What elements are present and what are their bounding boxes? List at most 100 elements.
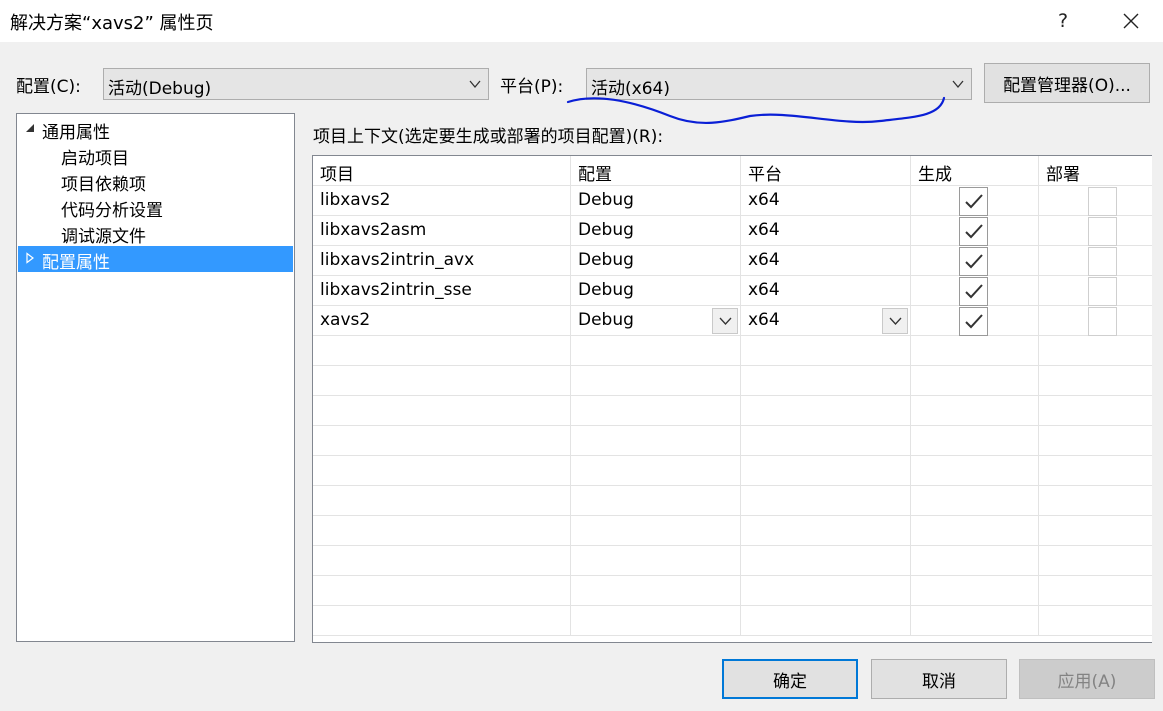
cell-platform[interactable]: x64 [741, 246, 911, 276]
project-context-label: 项目上下文(选定要生成或部署的项目配置)(R): [313, 127, 664, 147]
config-value: Debug [578, 190, 634, 210]
tree-item-configuration-properties[interactable]: 配置属性 [18, 246, 293, 273]
tree-item-debug-source-files[interactable]: 调试源文件 [18, 220, 293, 247]
config-value: Debug [578, 220, 634, 240]
column-header-build[interactable]: 生成 [911, 156, 1039, 186]
deploy-checkbox[interactable] [1088, 247, 1117, 276]
table-row[interactable]: libxavs2asm Debug x64 [313, 216, 1152, 246]
cell-config[interactable]: Debug [571, 276, 741, 306]
config-manager-button[interactable]: 配置管理器(O)... [984, 63, 1150, 103]
platform-cell-dropdown-button[interactable] [882, 308, 908, 334]
tree-item-project-dependencies[interactable]: 项目依赖项 [18, 168, 293, 195]
tree-item-label: 项目依赖项 [61, 175, 146, 195]
cancel-button-label: 取消 [922, 671, 956, 692]
cell-build [911, 186, 1039, 216]
tree-item-startup-project[interactable]: 启动项目 [18, 142, 293, 169]
config-cell-dropdown-button[interactable] [712, 308, 738, 334]
build-checkbox[interactable] [959, 217, 988, 246]
ok-button-label: 确定 [773, 671, 807, 692]
checkmark-icon [965, 224, 983, 239]
cell-config[interactable]: Debug [571, 306, 741, 336]
empty-row [313, 336, 1152, 366]
platform-value: x64 [748, 190, 780, 210]
config-manager-label: 配置管理器(O)... [1003, 75, 1131, 96]
project-name: libxavs2intrin_avx [320, 250, 475, 270]
chevron-down-icon [719, 317, 732, 325]
config-dropdown[interactable]: 活动(Debug) [103, 68, 489, 100]
cell-deploy [1039, 276, 1152, 306]
cell-config[interactable]: Debug [571, 246, 741, 276]
table-row[interactable]: libxavs2intrin_avx Debug x64 [313, 246, 1152, 276]
empty-row [313, 576, 1152, 606]
tree-item-label: 配置属性 [42, 253, 110, 273]
tree-item-label: 调试源文件 [61, 227, 146, 247]
cell-config[interactable]: Debug [571, 186, 741, 216]
chevron-down-icon [469, 80, 481, 89]
config-value: Debug [578, 280, 634, 300]
column-header-deploy[interactable]: 部署 [1039, 156, 1152, 186]
close-button[interactable] [1108, 0, 1154, 42]
cell-project: libxavs2intrin_avx [313, 246, 571, 276]
platform-value: x64 [748, 220, 780, 240]
collapsed-triangle-icon[interactable] [24, 252, 36, 264]
cell-platform[interactable]: x64 [741, 186, 911, 216]
config-value: Debug [578, 250, 634, 270]
cell-platform[interactable]: x64 [741, 216, 911, 246]
empty-row [313, 606, 1152, 636]
platform-value: x64 [748, 280, 780, 300]
ok-button[interactable]: 确定 [722, 659, 858, 699]
empty-row [313, 546, 1152, 576]
tree-item-label: 代码分析设置 [61, 201, 163, 221]
platform-dropdown[interactable]: 活动(x64) [586, 68, 972, 100]
cell-platform[interactable]: x64 [741, 306, 911, 336]
close-icon [1123, 13, 1139, 29]
empty-row [313, 516, 1152, 546]
empty-row [313, 396, 1152, 426]
config-label: 配置(C): [16, 77, 81, 97]
expanded-triangle-icon[interactable] [24, 122, 36, 134]
checkmark-icon [965, 314, 983, 329]
deploy-checkbox[interactable] [1088, 217, 1117, 246]
help-button[interactable]: ? [1040, 0, 1086, 42]
platform-label: 平台(P): [500, 77, 564, 97]
column-header-label: 平台 [748, 165, 782, 185]
tree-item-common-properties[interactable]: 通用属性 [18, 116, 293, 143]
empty-row [313, 456, 1152, 486]
cell-build [911, 246, 1039, 276]
cell-deploy [1039, 216, 1152, 246]
apply-button-label: 应用(A) [1057, 671, 1117, 692]
table-row[interactable]: libxavs2 Debug x64 [313, 186, 1152, 216]
cell-project: libxavs2intrin_sse [313, 276, 571, 306]
apply-button[interactable]: 应用(A) [1019, 659, 1155, 699]
column-header-platform[interactable]: 平台 [741, 156, 911, 186]
cell-platform[interactable]: x64 [741, 276, 911, 306]
build-checkbox[interactable] [959, 277, 988, 306]
cell-config[interactable]: Debug [571, 216, 741, 246]
project-name: libxavs2intrin_sse [320, 280, 472, 300]
cell-project: libxavs2 [313, 186, 571, 216]
table-row[interactable]: xavs2 Debug x64 [313, 306, 1152, 336]
deploy-checkbox[interactable] [1088, 277, 1117, 306]
project-name: xavs2 [320, 310, 371, 330]
build-checkbox[interactable] [959, 187, 988, 216]
build-checkbox[interactable] [959, 247, 988, 276]
platform-value: x64 [748, 310, 780, 330]
cell-deploy [1039, 246, 1152, 276]
help-icon: ? [1057, 10, 1069, 32]
empty-row [313, 486, 1152, 516]
checkmark-icon [965, 284, 983, 299]
column-header-config[interactable]: 配置 [571, 156, 741, 186]
tree-item-code-analysis[interactable]: 代码分析设置 [18, 194, 293, 221]
deploy-checkbox[interactable] [1088, 307, 1117, 336]
config-dropdown-value: 活动(Debug) [108, 79, 212, 99]
cancel-button[interactable]: 取消 [871, 659, 1007, 699]
chevron-down-icon [889, 317, 902, 325]
tree-item-label: 启动项目 [61, 149, 129, 169]
column-header-project[interactable]: 项目 [313, 156, 571, 186]
window-title: 解决方案“xavs2” 属性页 [10, 13, 214, 34]
build-checkbox[interactable] [959, 307, 988, 336]
table-row[interactable]: libxavs2intrin_sse Debug x64 [313, 276, 1152, 306]
empty-row [313, 426, 1152, 456]
grid-header-row: 项目 配置 平台 生成 部署 [313, 156, 1152, 186]
deploy-checkbox[interactable] [1088, 187, 1117, 216]
